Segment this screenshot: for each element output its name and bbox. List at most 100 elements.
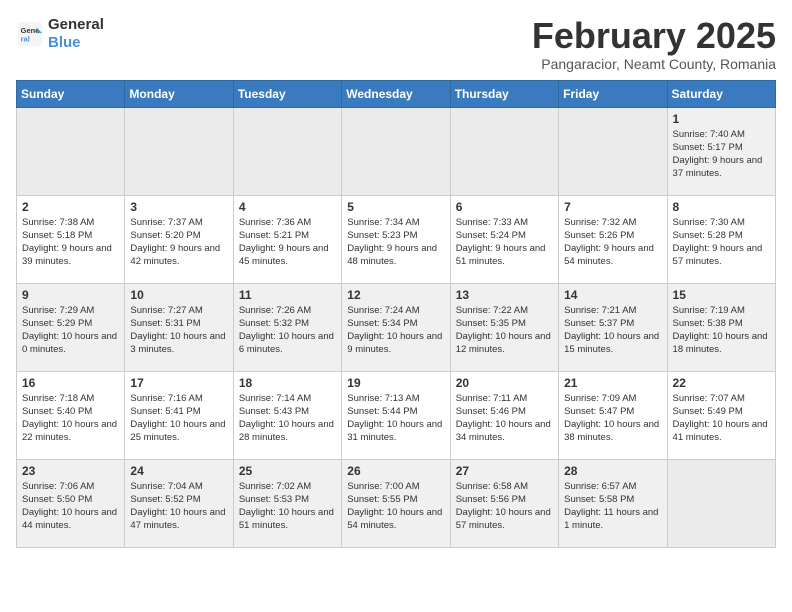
calendar-day-cell: 17 Sunrise: 7:16 AM Sunset: 5:41 PM Dayli… bbox=[125, 371, 233, 459]
day-number: 9 bbox=[22, 288, 119, 302]
logo-text: General Blue bbox=[48, 16, 104, 52]
day-number: 26 bbox=[347, 464, 444, 478]
day-number: 11 bbox=[239, 288, 336, 302]
calendar-day-cell: 25Sunrise: 7:02 AM Sunset: 5:53 PM Dayli… bbox=[233, 459, 341, 547]
day-info: Sunrise: 7:14 AM Sunset: 5:43 PM Dayligh… bbox=[239, 392, 336, 445]
calendar-week-row: 1 Sunrise: 7:40 AM Sunset: 5:17 PM Daylig… bbox=[17, 107, 776, 195]
calendar-day-cell bbox=[667, 459, 775, 547]
day-number: 2 bbox=[22, 200, 119, 214]
day-number: 8 bbox=[673, 200, 770, 214]
calendar-day-cell bbox=[17, 107, 125, 195]
day-info: Sunrise: 6:57 AM Sunset: 5:58 PM Dayligh… bbox=[564, 480, 661, 533]
day-info: Sunrise: 7:22 AM Sunset: 5:35 PM Dayligh… bbox=[456, 304, 553, 357]
calendar-day-cell: 11 Sunrise: 7:26 AM Sunset: 5:32 PM Dayli… bbox=[233, 283, 341, 371]
weekday-header-tuesday: Tuesday bbox=[233, 80, 341, 107]
day-number: 4 bbox=[239, 200, 336, 214]
day-info: Sunrise: 7:04 AM Sunset: 5:52 PM Dayligh… bbox=[130, 480, 227, 533]
day-info: Sunrise: 7:32 AM Sunset: 5:26 PM Dayligh… bbox=[564, 216, 661, 269]
calendar-day-cell bbox=[233, 107, 341, 195]
weekday-header-wednesday: Wednesday bbox=[342, 80, 450, 107]
day-number: 7 bbox=[564, 200, 661, 214]
day-info: Sunrise: 7:30 AM Sunset: 5:28 PM Dayligh… bbox=[673, 216, 770, 269]
day-number: 5 bbox=[347, 200, 444, 214]
day-number: 17 bbox=[130, 376, 227, 390]
weekday-header-row: SundayMondayTuesdayWednesdayThursdayFrid… bbox=[17, 80, 776, 107]
day-number: 24 bbox=[130, 464, 227, 478]
day-info: Sunrise: 7:26 AM Sunset: 5:32 PM Dayligh… bbox=[239, 304, 336, 357]
svg-text:ral: ral bbox=[21, 34, 30, 43]
weekday-header-thursday: Thursday bbox=[450, 80, 558, 107]
calendar-day-cell: 23 Sunrise: 7:06 AM Sunset: 5:50 PM Dayli… bbox=[17, 459, 125, 547]
day-number: 10 bbox=[130, 288, 227, 302]
calendar-day-cell: 12 Sunrise: 7:24 AM Sunset: 5:34 PM Dayli… bbox=[342, 283, 450, 371]
weekday-header-sunday: Sunday bbox=[17, 80, 125, 107]
day-number: 12 bbox=[347, 288, 444, 302]
day-number: 21 bbox=[564, 376, 661, 390]
calendar-week-row: 9Sunrise: 7:29 AM Sunset: 5:29 PM Daylig… bbox=[17, 283, 776, 371]
calendar-day-cell: 18 Sunrise: 7:14 AM Sunset: 5:43 PM Dayli… bbox=[233, 371, 341, 459]
day-info: Sunrise: 6:58 AM Sunset: 5:56 PM Dayligh… bbox=[456, 480, 553, 533]
calendar-day-cell: 6 Sunrise: 7:33 AM Sunset: 5:24 PM Daylig… bbox=[450, 195, 558, 283]
calendar-day-cell: 28 Sunrise: 6:57 AM Sunset: 5:58 PM Dayli… bbox=[559, 459, 667, 547]
calendar-day-cell bbox=[450, 107, 558, 195]
day-number: 6 bbox=[456, 200, 553, 214]
weekday-header-saturday: Saturday bbox=[667, 80, 775, 107]
calendar-week-row: 23 Sunrise: 7:06 AM Sunset: 5:50 PM Dayli… bbox=[17, 459, 776, 547]
calendar-table: SundayMondayTuesdayWednesdayThursdayFrid… bbox=[16, 80, 776, 548]
day-info: Sunrise: 7:27 AM Sunset: 5:31 PM Dayligh… bbox=[130, 304, 227, 357]
day-info: Sunrise: 7:16 AM Sunset: 5:41 PM Dayligh… bbox=[130, 392, 227, 445]
day-info: Sunrise: 7:37 AM Sunset: 5:20 PM Dayligh… bbox=[130, 216, 227, 269]
day-info: Sunrise: 7:38 AM Sunset: 5:18 PM Dayligh… bbox=[22, 216, 119, 269]
day-info: Sunrise: 7:09 AM Sunset: 5:47 PM Dayligh… bbox=[564, 392, 661, 445]
calendar-day-cell: 21 Sunrise: 7:09 AM Sunset: 5:47 PM Dayli… bbox=[559, 371, 667, 459]
calendar-day-cell: 26 Sunrise: 7:00 AM Sunset: 5:55 PM Dayli… bbox=[342, 459, 450, 547]
day-number: 27 bbox=[456, 464, 553, 478]
calendar-day-cell bbox=[342, 107, 450, 195]
calendar-day-cell: 7 Sunrise: 7:32 AM Sunset: 5:26 PM Daylig… bbox=[559, 195, 667, 283]
day-info: Sunrise: 7:24 AM Sunset: 5:34 PM Dayligh… bbox=[347, 304, 444, 357]
logo: Gene ral General Blue bbox=[16, 16, 104, 52]
day-info: Sunrise: 7:07 AM Sunset: 5:49 PM Dayligh… bbox=[673, 392, 770, 445]
day-info: Sunrise: 7:21 AM Sunset: 5:37 PM Dayligh… bbox=[564, 304, 661, 357]
calendar-week-row: 2 Sunrise: 7:38 AM Sunset: 5:18 PM Daylig… bbox=[17, 195, 776, 283]
day-info: Sunrise: 7:13 AM Sunset: 5:44 PM Dayligh… bbox=[347, 392, 444, 445]
calendar-day-cell: 8 Sunrise: 7:30 AM Sunset: 5:28 PM Daylig… bbox=[667, 195, 775, 283]
calendar-day-cell: 3 Sunrise: 7:37 AM Sunset: 5:20 PM Daylig… bbox=[125, 195, 233, 283]
day-number: 1 bbox=[673, 112, 770, 126]
day-info: Sunrise: 7:19 AM Sunset: 5:38 PM Dayligh… bbox=[673, 304, 770, 357]
day-number: 18 bbox=[239, 376, 336, 390]
day-info: Sunrise: 7:33 AM Sunset: 5:24 PM Dayligh… bbox=[456, 216, 553, 269]
weekday-header-monday: Monday bbox=[125, 80, 233, 107]
day-number: 23 bbox=[22, 464, 119, 478]
calendar-day-cell: 2 Sunrise: 7:38 AM Sunset: 5:18 PM Daylig… bbox=[17, 195, 125, 283]
calendar-day-cell: 9Sunrise: 7:29 AM Sunset: 5:29 PM Daylig… bbox=[17, 283, 125, 371]
calendar-day-cell: 5 Sunrise: 7:34 AM Sunset: 5:23 PM Daylig… bbox=[342, 195, 450, 283]
calendar-day-cell: 14 Sunrise: 7:21 AM Sunset: 5:37 PM Dayli… bbox=[559, 283, 667, 371]
calendar-day-cell: 20Sunrise: 7:11 AM Sunset: 5:46 PM Dayli… bbox=[450, 371, 558, 459]
day-number: 22 bbox=[673, 376, 770, 390]
title-area: February 2025 Pangaracior, Neamt County,… bbox=[532, 16, 776, 72]
day-number: 25 bbox=[239, 464, 336, 478]
day-info: Sunrise: 7:40 AM Sunset: 5:17 PM Dayligh… bbox=[673, 128, 770, 181]
calendar-day-cell: 22 Sunrise: 7:07 AM Sunset: 5:49 PM Dayli… bbox=[667, 371, 775, 459]
calendar-title: February 2025 bbox=[532, 16, 776, 56]
day-number: 14 bbox=[564, 288, 661, 302]
day-info: Sunrise: 7:00 AM Sunset: 5:55 PM Dayligh… bbox=[347, 480, 444, 533]
calendar-day-cell: 4Sunrise: 7:36 AM Sunset: 5:21 PM Daylig… bbox=[233, 195, 341, 283]
calendar-day-cell: 19Sunrise: 7:13 AM Sunset: 5:44 PM Dayli… bbox=[342, 371, 450, 459]
calendar-day-cell bbox=[559, 107, 667, 195]
day-info: Sunrise: 7:06 AM Sunset: 5:50 PM Dayligh… bbox=[22, 480, 119, 533]
calendar-day-cell bbox=[125, 107, 233, 195]
day-number: 16 bbox=[22, 376, 119, 390]
day-info: Sunrise: 7:34 AM Sunset: 5:23 PM Dayligh… bbox=[347, 216, 444, 269]
calendar-day-cell: 27 Sunrise: 6:58 AM Sunset: 5:56 PM Dayli… bbox=[450, 459, 558, 547]
logo-icon: Gene ral bbox=[16, 20, 44, 48]
calendar-week-row: 16Sunrise: 7:18 AM Sunset: 5:40 PM Dayli… bbox=[17, 371, 776, 459]
calendar-day-cell: 13Sunrise: 7:22 AM Sunset: 5:35 PM Dayli… bbox=[450, 283, 558, 371]
day-number: 3 bbox=[130, 200, 227, 214]
day-number: 15 bbox=[673, 288, 770, 302]
day-number: 28 bbox=[564, 464, 661, 478]
calendar-day-cell: 1 Sunrise: 7:40 AM Sunset: 5:17 PM Daylig… bbox=[667, 107, 775, 195]
page-header: Gene ral General Blue February 2025 Pang… bbox=[16, 16, 776, 72]
calendar-day-cell: 15 Sunrise: 7:19 AM Sunset: 5:38 PM Dayli… bbox=[667, 283, 775, 371]
